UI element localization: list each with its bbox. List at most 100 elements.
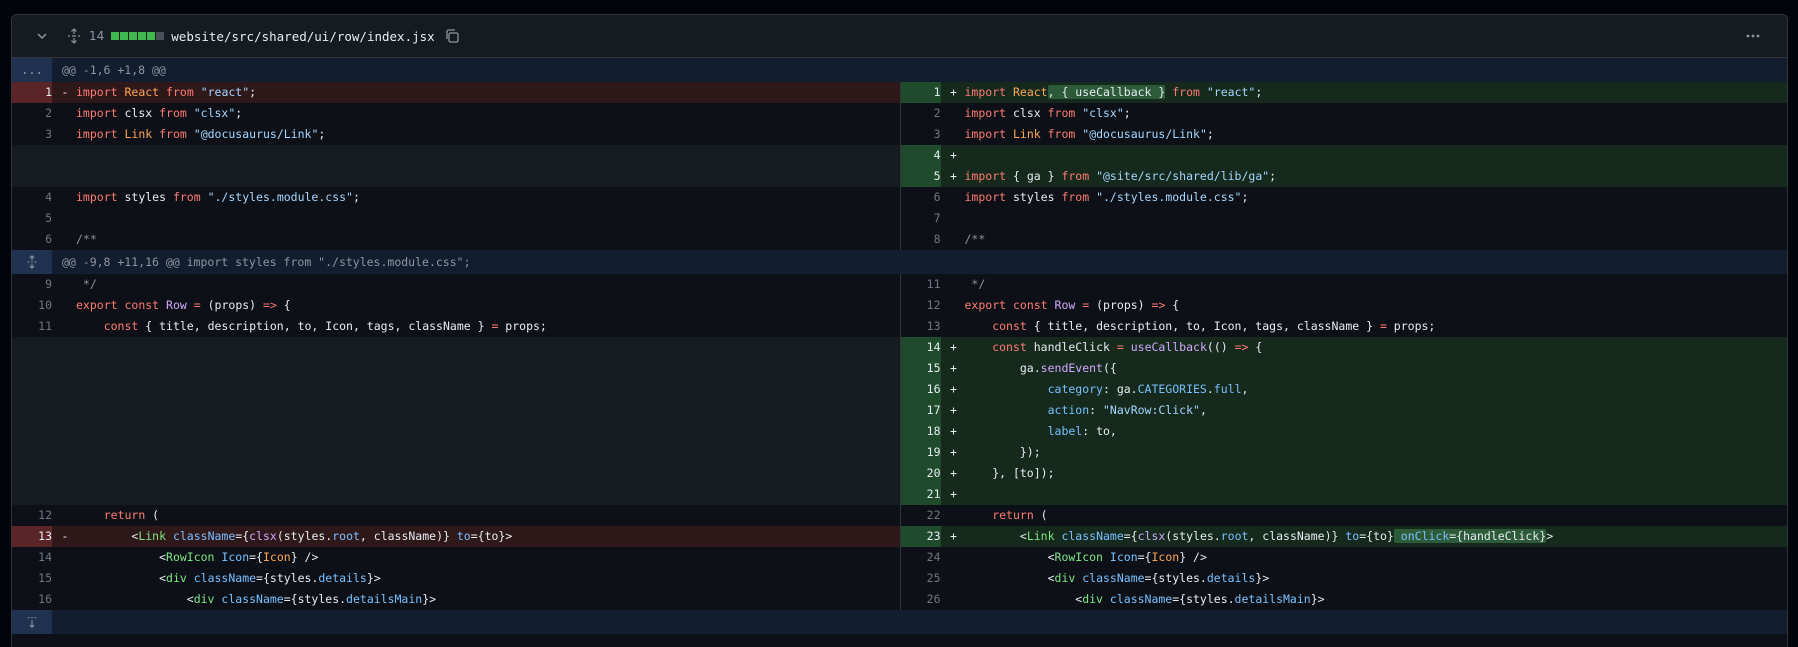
line-number[interactable]: 13 — [12, 526, 52, 547]
line-number[interactable]: 25 — [901, 568, 941, 589]
line-number[interactable]: 11 — [901, 274, 941, 295]
left-line — [12, 358, 900, 379]
line-number[interactable]: 19 — [900, 442, 941, 463]
line-number[interactable] — [12, 166, 52, 187]
right-line: 18 + label: to, — [899, 421, 1787, 442]
diff-row: 10 export const Row = (props) => { 12 expor… — [12, 295, 1787, 316]
line-number[interactable] — [12, 400, 52, 421]
diff-marker — [941, 568, 961, 589]
line-number[interactable]: 14 — [12, 547, 52, 568]
line-number[interactable]: 10 — [12, 295, 52, 316]
right-line: 26 <div className={styles.detailsMain}> — [899, 589, 1788, 610]
line-number-text: 15 — [926, 361, 941, 375]
file-path[interactable]: website/src/shared/ui/row/index.jsx — [171, 29, 434, 44]
line-number[interactable]: 3 — [901, 124, 941, 145]
diff-row: 15 <div className={styles.details}> 25 <d… — [12, 568, 1787, 589]
line-number[interactable]: 5 — [12, 208, 52, 229]
unfold-icon[interactable] — [12, 250, 52, 274]
line-number[interactable] — [12, 145, 52, 166]
line-number-text: 3 — [45, 127, 52, 141]
line-number[interactable]: 17 — [900, 400, 941, 421]
right-line: 15 + ga.sendEvent({ — [899, 358, 1787, 379]
code-line: label: to, — [1047, 424, 1117, 438]
diff-marker — [52, 103, 72, 124]
diff-row: 12 return (22 return ( — [12, 505, 1787, 526]
code-line: return ( — [103, 508, 160, 522]
expand-up-button[interactable]: ... — [12, 58, 52, 82]
line-number[interactable]: 12 — [12, 505, 52, 526]
kebab-horizontal-icon[interactable] — [1745, 28, 1761, 44]
code-line: const handleClick = useCallback(() => { — [992, 340, 1263, 354]
fold-down-icon[interactable] — [12, 610, 52, 634]
diff-marker: - — [61, 529, 69, 543]
code-line: import clsx from "clsx"; — [964, 106, 1131, 120]
diff-marker: + — [950, 466, 957, 480]
line-number[interactable]: 9 — [12, 274, 52, 295]
diff-file: 14 website/src/shared/ui/row/index.jsx .… — [11, 14, 1788, 647]
line-number[interactable]: 12 — [901, 295, 941, 316]
line-number[interactable]: 4 — [900, 145, 941, 166]
diff-row: 6 /** 8 /** — [12, 229, 1787, 250]
line-number[interactable]: 5 — [900, 166, 941, 187]
diff-marker — [52, 187, 72, 208]
chevron-down-icon[interactable] — [34, 28, 50, 44]
line-number[interactable]: 3 — [12, 124, 52, 145]
line-number[interactable]: 13 — [901, 316, 941, 337]
left-line — [12, 484, 900, 505]
line-number[interactable]: 16 — [900, 379, 941, 400]
line-number[interactable] — [12, 379, 52, 400]
line-number[interactable]: 21 — [900, 484, 941, 505]
line-number[interactable]: 8 — [901, 229, 941, 250]
line-number[interactable]: 6 — [901, 187, 941, 208]
unfold-icon[interactable] — [66, 28, 82, 44]
line-number[interactable]: 2 — [901, 103, 941, 124]
line-number[interactable]: 6 — [12, 229, 52, 250]
line-number[interactable] — [12, 421, 52, 442]
line-number-text: 13 — [926, 319, 941, 333]
diff-marker: - — [61, 85, 69, 99]
diffstat-block — [147, 32, 156, 40]
diff-marker — [52, 124, 72, 145]
diff-marker: + — [950, 403, 957, 417]
line-number[interactable]: 7 — [901, 208, 941, 229]
line-number[interactable]: 18 — [900, 421, 941, 442]
diffstat-block — [120, 32, 129, 40]
line-number-text: 19 — [926, 445, 941, 459]
line-number[interactable]: 20 — [900, 463, 941, 484]
line-number[interactable] — [12, 484, 52, 505]
line-number[interactable] — [12, 337, 52, 358]
diff-row: 11 const { title, description, to, Icon,… — [12, 316, 1787, 337]
line-number[interactable]: 22 — [901, 505, 941, 526]
line-number[interactable]: 26 — [901, 589, 941, 610]
right-line: 17 + action: "NavRow:Click", — [899, 400, 1787, 421]
line-number[interactable] — [12, 463, 52, 484]
line-number[interactable]: 11 — [12, 316, 52, 337]
line-number[interactable] — [12, 358, 52, 379]
line-number[interactable]: 15 — [12, 568, 52, 589]
line-number[interactable]: 14 — [900, 337, 941, 358]
line-number[interactable]: 1 — [900, 82, 941, 103]
line-number[interactable] — [12, 442, 52, 463]
line-number[interactable]: 24 — [901, 547, 941, 568]
right-line: 3 import Link from "@docusaurus/Link"; — [899, 124, 1788, 145]
diff-marker — [52, 568, 72, 589]
diff-marker: + — [950, 382, 957, 396]
line-number[interactable]: 2 — [12, 103, 52, 124]
diff-marker — [52, 145, 72, 166]
diff-marker: + — [950, 424, 957, 438]
line-number-text: 21 — [926, 487, 941, 501]
copy-icon[interactable] — [444, 28, 460, 44]
code-line: export const Row = (props) => { — [964, 298, 1180, 312]
line-number[interactable]: 1 — [12, 82, 52, 103]
code-line: <div className={styles.detailsMain}> — [964, 592, 1325, 606]
line-number-text: 1 — [933, 85, 941, 99]
line-number[interactable]: 15 — [900, 358, 941, 379]
line-number[interactable]: 4 — [12, 187, 52, 208]
line-number[interactable]: 23 — [900, 526, 941, 547]
line-number-text: 2 — [933, 106, 941, 120]
line-number-text: 11 — [926, 277, 941, 291]
diff-row: 15 + ga.sendEvent({ — [12, 358, 1787, 379]
code-line: export const Row = (props) => { — [76, 298, 291, 312]
left-line — [12, 166, 900, 187]
line-number[interactable]: 16 — [12, 589, 52, 610]
